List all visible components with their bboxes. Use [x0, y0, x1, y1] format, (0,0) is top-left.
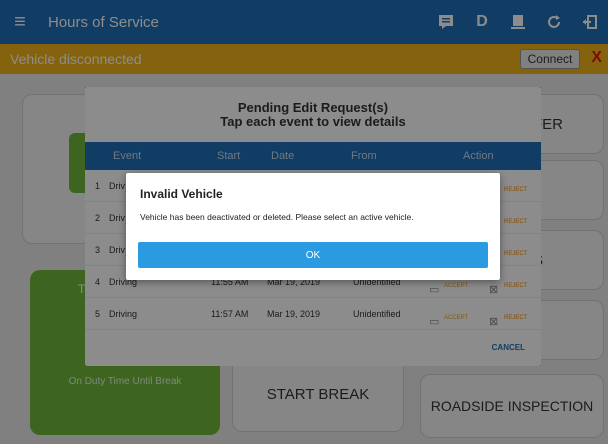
app: ≡ Hours of Service D Vehicle disconnecte… — [0, 0, 608, 444]
invalid-vehicle-dialog: Invalid Vehicle Vehicle has been deactiv… — [126, 173, 500, 280]
dialog-title: Invalid Vehicle — [140, 187, 223, 201]
dialog-message: Vehicle has been deactivated or deleted.… — [140, 212, 414, 222]
ok-button[interactable]: OK — [138, 242, 488, 268]
